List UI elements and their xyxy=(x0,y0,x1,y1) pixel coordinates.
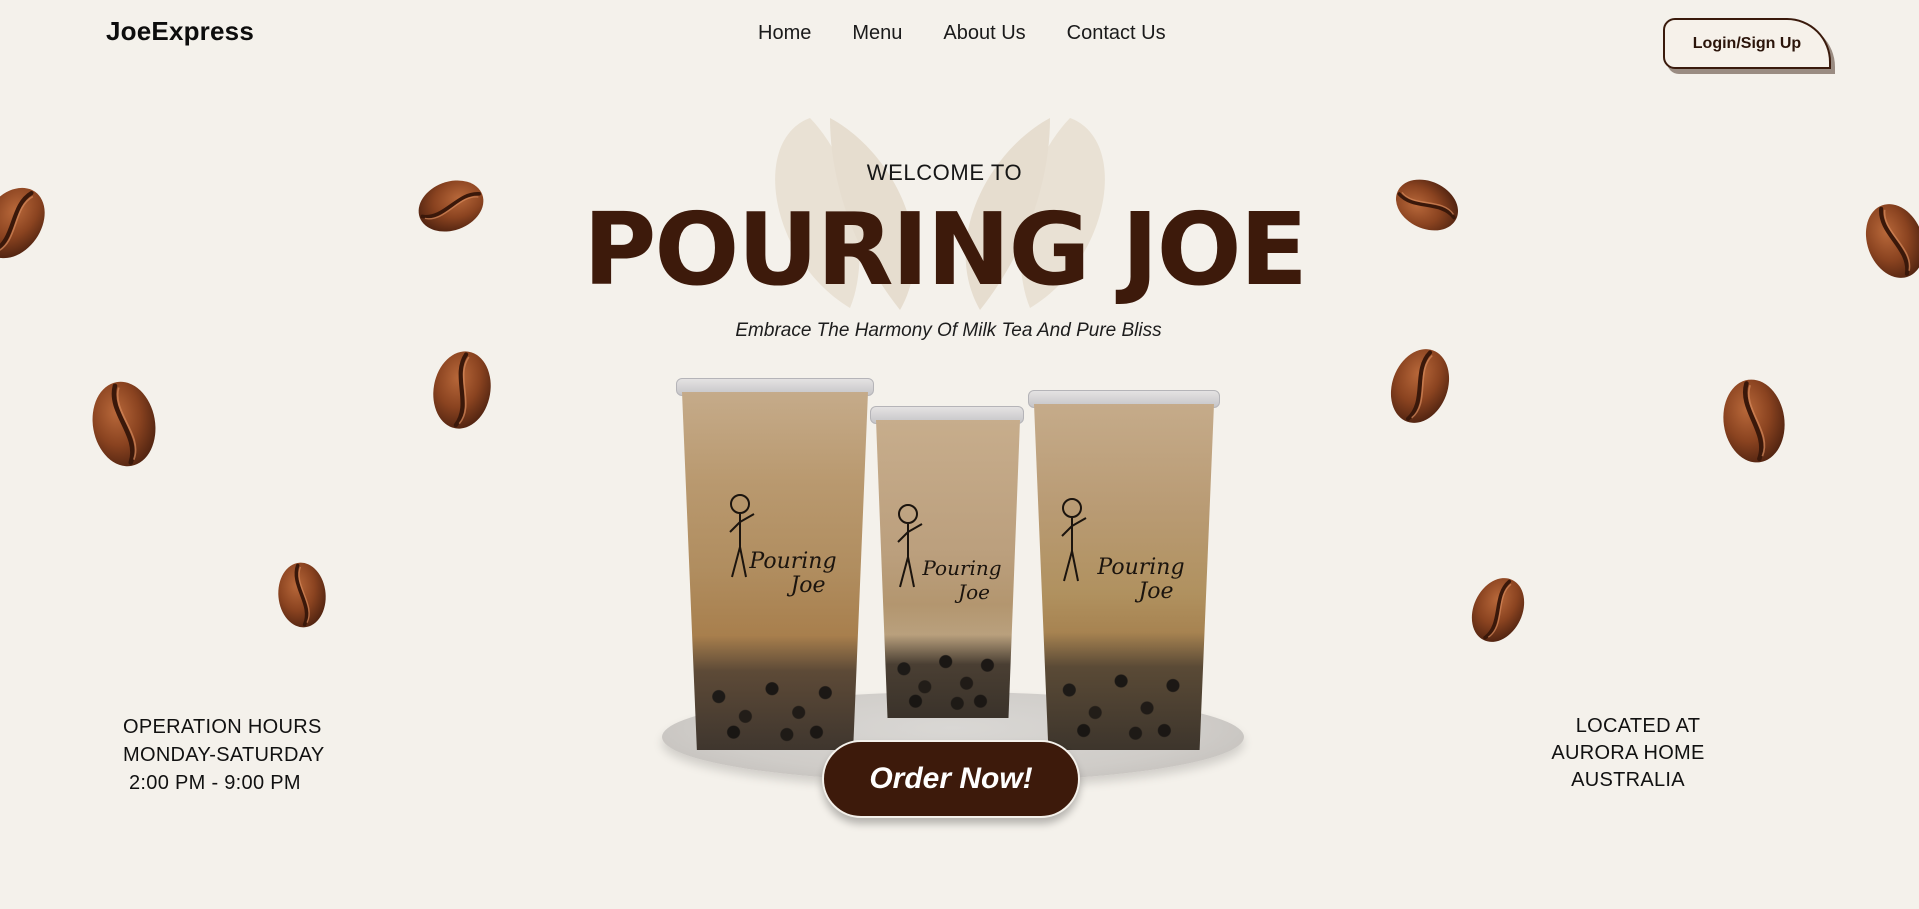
order-now-button[interactable]: Order Now! xyxy=(822,740,1080,818)
coffee-bean-icon xyxy=(1456,565,1541,656)
milk-tea-cup-left: Pouring Joe xyxy=(676,378,874,750)
welcome-heading: WELCOME TO xyxy=(866,160,1023,185)
hours-heading: OPERATION HOURS xyxy=(123,716,322,738)
coffee-bean-icon xyxy=(423,343,501,437)
nav-menu[interactable]: Menu xyxy=(852,22,902,45)
coffee-bean-icon xyxy=(81,372,168,475)
site-header: JoeExpress Home Menu About Us Contact Us… xyxy=(0,0,1919,70)
nav-contact-us[interactable]: Contact Us xyxy=(1067,22,1166,45)
location-heading: LOCATED AT xyxy=(1575,715,1701,737)
pouring-figure-icon xyxy=(729,494,755,578)
location-line2: AUSTRALIA xyxy=(1571,769,1685,791)
site-logo[interactable]: JoeExpress xyxy=(106,16,254,47)
hours-time: 2:00 PM - 9:00 PM xyxy=(129,772,301,794)
milk-tea-cup-right: Pouring Joe xyxy=(1028,390,1220,750)
cup-brand-text: Joe xyxy=(1138,579,1174,604)
hours-days: MONDAY-SATURDAY xyxy=(123,744,325,766)
location-info: LOCATED AT AURORA HOME AUSTRALIA xyxy=(1550,713,1706,794)
login-signup-button[interactable]: Login/Sign Up xyxy=(1663,18,1831,69)
main-nav: Home Menu About Us Contact Us xyxy=(758,22,1207,45)
nav-home[interactable]: Home xyxy=(758,22,811,45)
pouring-figure-icon xyxy=(897,504,923,588)
location-line1: AURORA HOME xyxy=(1551,742,1705,764)
coffee-bean-icon xyxy=(1714,372,1794,471)
operation-hours: OPERATION HOURS MONDAY-SATURDAY 2:00 PM … xyxy=(123,713,325,797)
coffee-bean-icon xyxy=(1376,337,1464,436)
cup-brand-text: Pouring xyxy=(1097,555,1185,580)
tagline: Embrace The Harmony Of Milk Tea And Pure… xyxy=(735,320,1162,341)
milk-tea-cup-middle: Pouring Joe xyxy=(870,406,1024,718)
nav-about-us[interactable]: About Us xyxy=(943,22,1025,45)
coffee-bean-icon xyxy=(269,558,335,633)
pouring-figure-icon xyxy=(1061,498,1087,582)
page-title: POURING JOE xyxy=(583,191,1308,308)
